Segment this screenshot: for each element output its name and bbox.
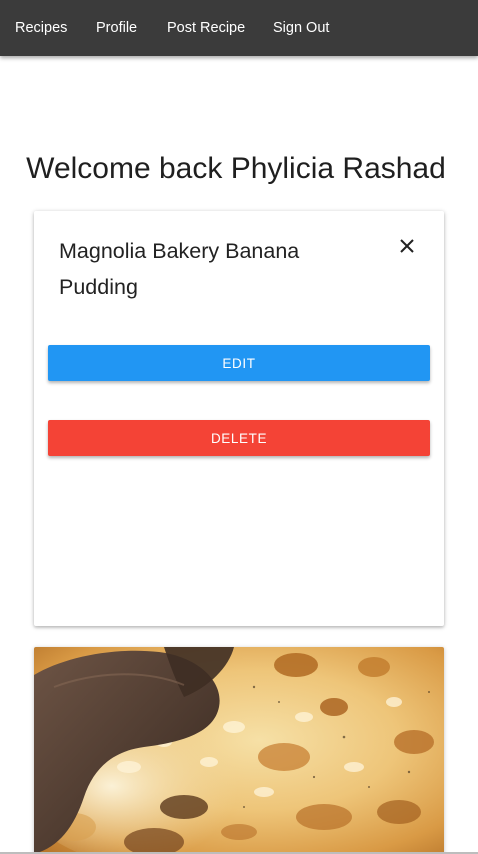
close-icon[interactable] bbox=[396, 235, 418, 257]
welcome-heading: Welcome back Phylicia Rashad bbox=[26, 152, 446, 185]
nav-link-profile[interactable]: Profile bbox=[96, 0, 137, 56]
nav-link-sign-out[interactable]: Sign Out bbox=[273, 0, 329, 56]
top-navbar: Recipes Profile Post Recipe Sign Out bbox=[0, 0, 478, 56]
delete-button[interactable]: DELETE bbox=[48, 420, 430, 456]
nav-link-recipes[interactable]: Recipes bbox=[15, 0, 67, 56]
macaroni-and-cheese-photo bbox=[34, 647, 444, 854]
recipe-image-card[interactable] bbox=[34, 647, 444, 854]
recipe-card: Magnolia Bakery Banana Pudding EDIT DELE… bbox=[34, 211, 444, 626]
recipe-title: Magnolia Bakery Banana Pudding bbox=[59, 239, 300, 299]
edit-button[interactable]: EDIT bbox=[48, 345, 430, 381]
nav-link-post-recipe[interactable]: Post Recipe bbox=[167, 0, 245, 56]
